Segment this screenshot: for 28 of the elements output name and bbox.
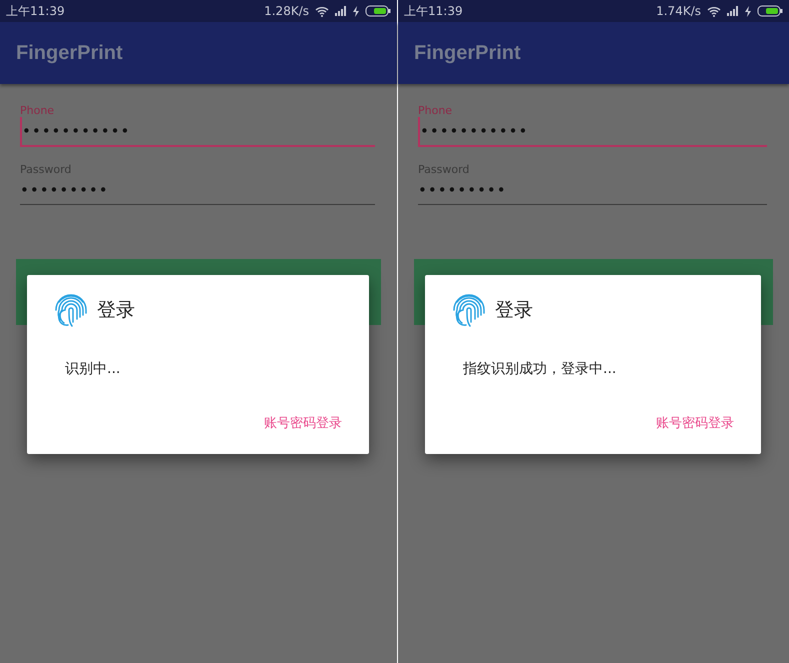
charging-icon	[745, 6, 751, 16]
network-speed: 1.74K/s	[656, 4, 701, 18]
wifi-icon	[315, 6, 329, 16]
dialog-message: 识别中...	[65, 360, 122, 378]
input-field[interactable]: •••••••••••	[418, 117, 767, 147]
battery-icon	[365, 5, 391, 17]
input-field[interactable]: •••••••••••	[20, 117, 375, 147]
network-speed: 1.28K/s	[264, 4, 309, 18]
dialog-message: 指纹识别成功，登录中...	[463, 360, 618, 378]
app-title: FingerPrint	[16, 42, 123, 64]
field-label: Phone	[418, 104, 454, 117]
password-login-link[interactable]: 账号密码登录	[264, 414, 342, 432]
wifi-icon	[707, 6, 721, 16]
dialog-title: 登录	[97, 298, 135, 323]
charging-icon	[353, 6, 359, 16]
app-title: FingerPrint	[414, 42, 521, 64]
password-login-link[interactable]: 账号密码登录	[656, 414, 734, 432]
status-time: 上午11:39	[6, 2, 65, 20]
input-field[interactable]: •••••••••	[20, 176, 375, 205]
fingerprint-icon	[451, 292, 487, 328]
signal-icon	[335, 6, 347, 16]
fingerprint-icon	[53, 292, 89, 328]
input-field[interactable]: •••••••••	[418, 176, 767, 205]
signal-icon	[727, 6, 739, 16]
status-time: 上午11:39	[404, 2, 463, 20]
battery-icon	[757, 5, 783, 17]
dialog-title: 登录	[495, 298, 533, 323]
field-label: Phone	[20, 104, 56, 117]
